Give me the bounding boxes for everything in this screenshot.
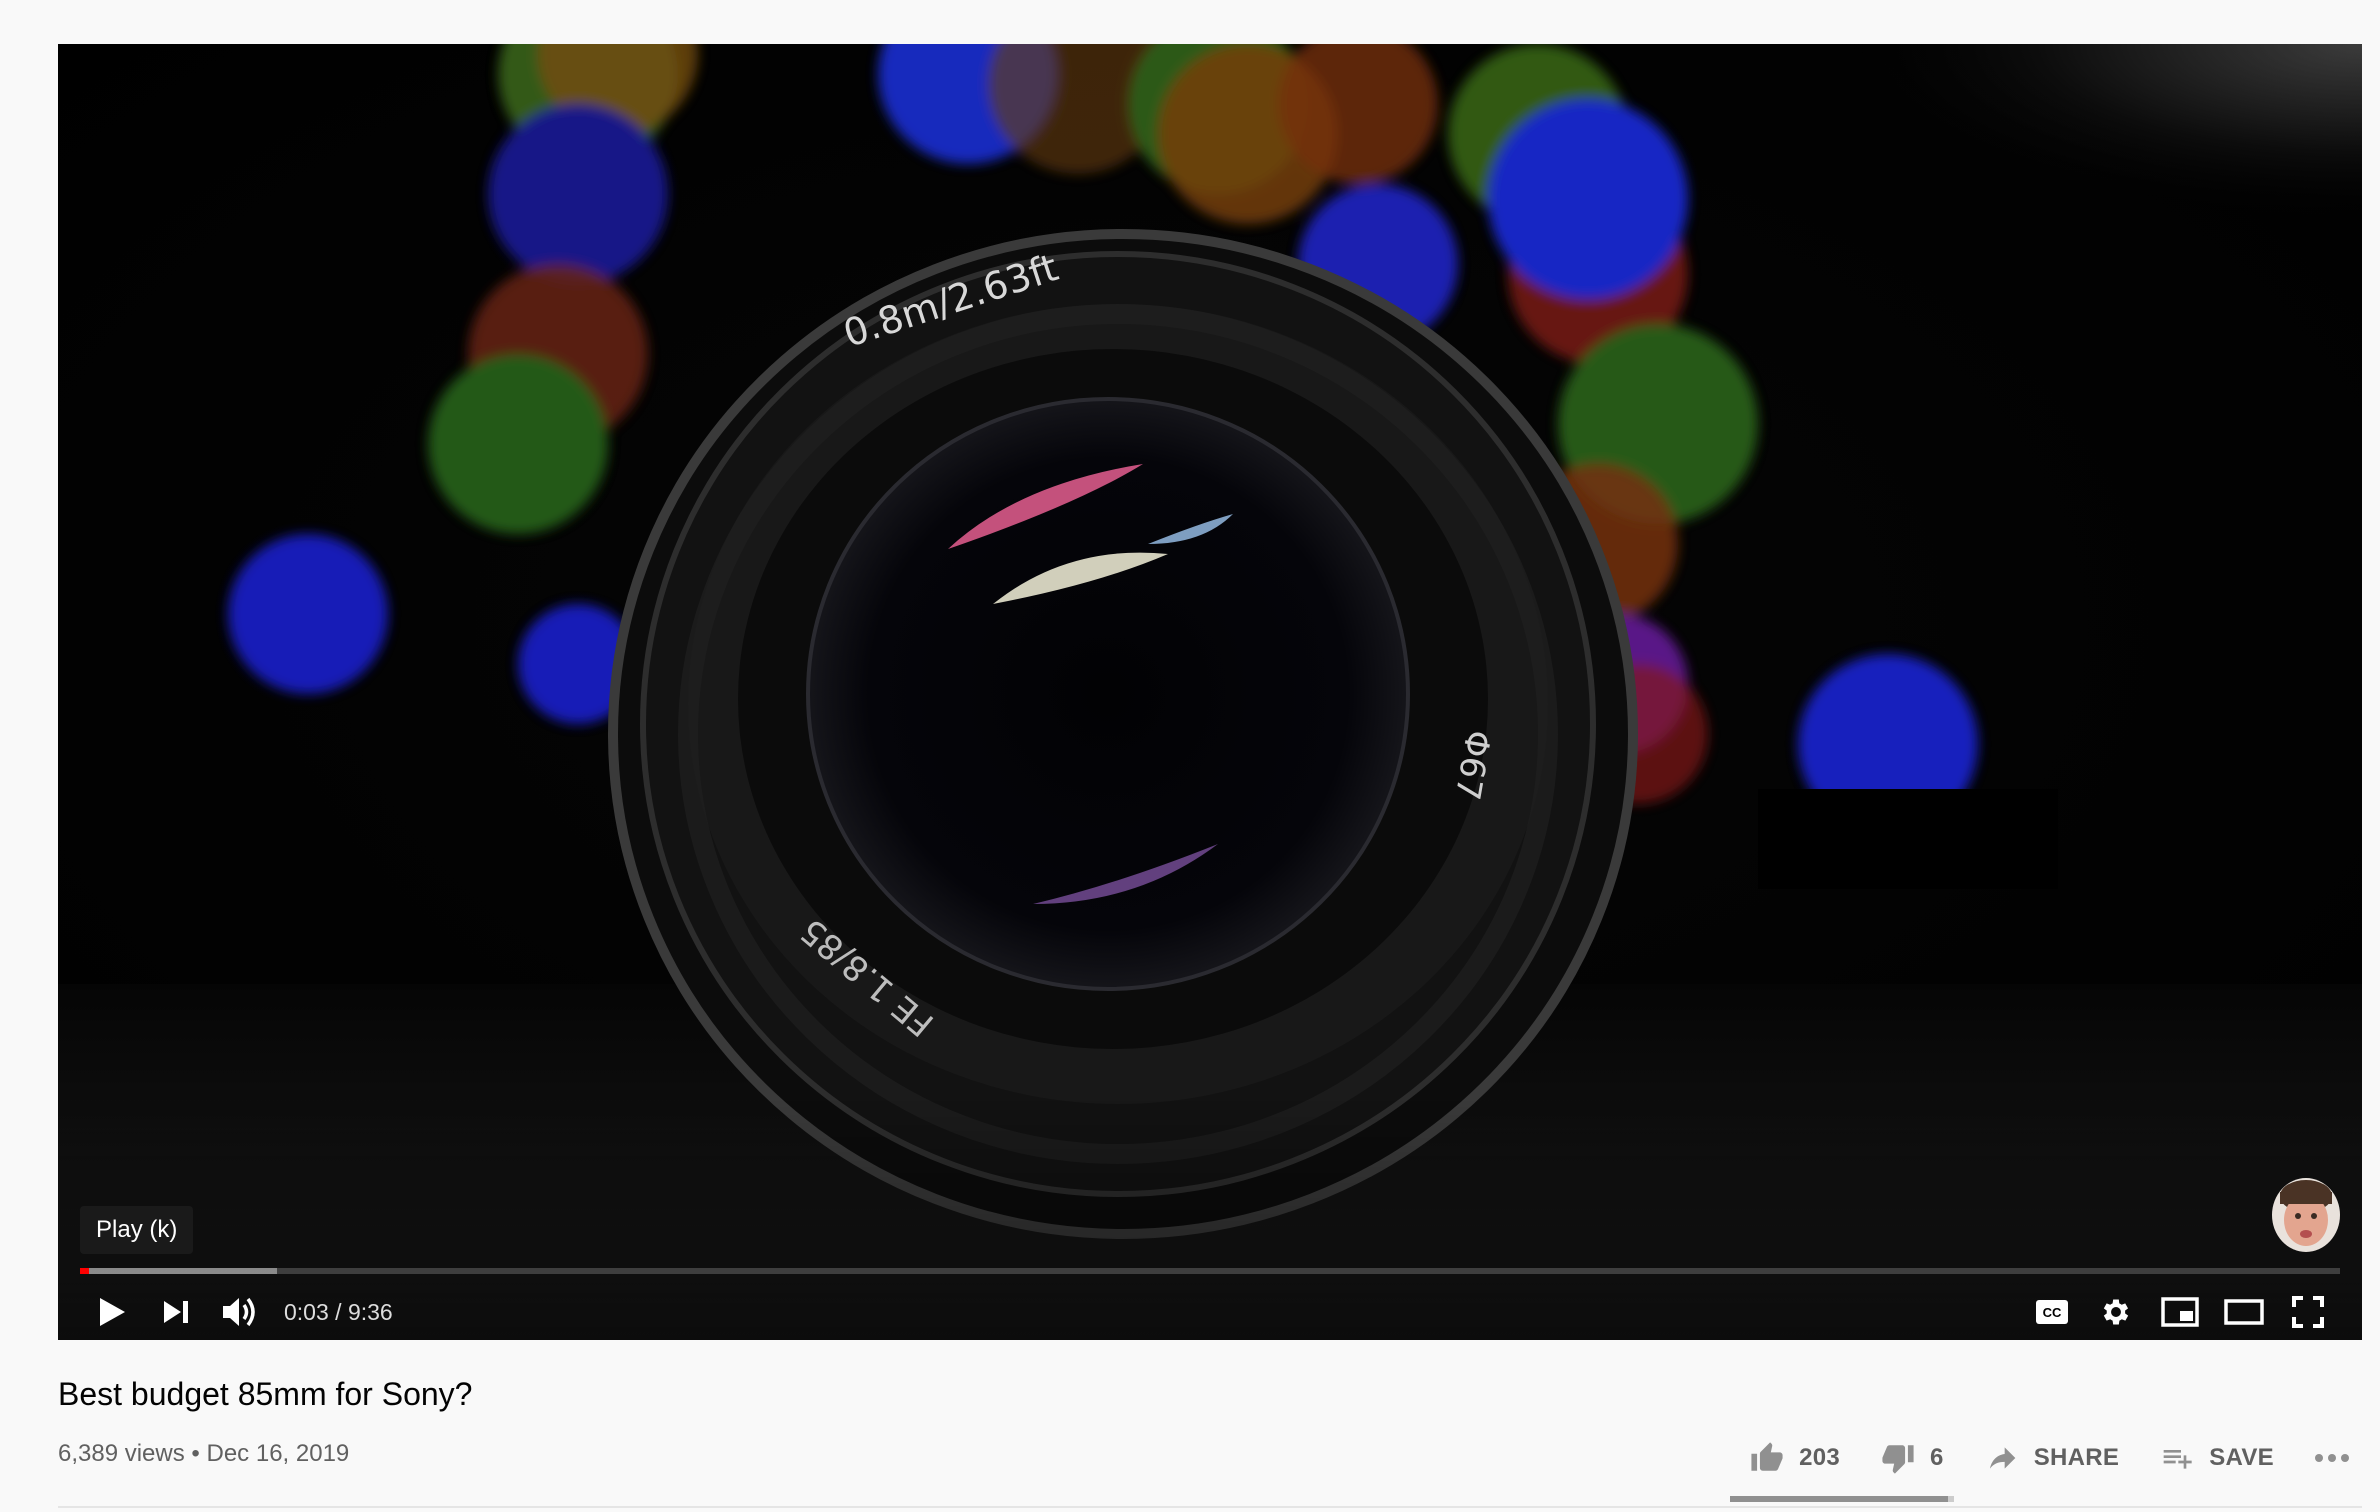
progress-bar[interactable]	[80, 1268, 2340, 1274]
mute-button[interactable]	[208, 1284, 272, 1340]
like-count: 203	[1799, 1444, 1841, 1471]
more-horiz-icon	[2315, 1454, 2349, 1462]
more-actions-button[interactable]	[2314, 1452, 2350, 1464]
play-icon	[100, 1298, 125, 1326]
player-controls: 0:03 / 9:36 CC	[80, 1284, 2340, 1340]
share-button[interactable]: SHARE	[1984, 1442, 2120, 1474]
time-duration: 9:36	[347, 1298, 393, 1325]
channel-watermark[interactable]	[2272, 1178, 2340, 1252]
miniplayer-icon	[2161, 1297, 2199, 1327]
theater-mode-button[interactable]	[2212, 1284, 2276, 1340]
playlist-add-icon	[2163, 1450, 2192, 1469]
fullscreen-button[interactable]	[2276, 1284, 2340, 1340]
cc-icon: CC	[2036, 1300, 2068, 1324]
time-separator: /	[328, 1298, 348, 1325]
progress-loaded	[80, 1268, 277, 1274]
thumbs-up-icon	[1751, 1442, 1783, 1471]
settings-button[interactable]	[2084, 1284, 2148, 1340]
dislike-count: 6	[1930, 1444, 1944, 1471]
volume-icon	[223, 1297, 255, 1327]
like-button[interactable]: 203	[1749, 1441, 1840, 1475]
video-actions: 203 6 SHARE SAVE	[1749, 1430, 2350, 1486]
sentiment-like-bar	[1730, 1496, 1948, 1502]
sentiment-bar	[1730, 1496, 1954, 1502]
miniplayer-button[interactable]	[2148, 1284, 2212, 1340]
time-display: 0:03 / 9:36	[284, 1299, 393, 1326]
theater-mode-icon	[2224, 1299, 2264, 1325]
view-count: 6,389 views	[58, 1440, 185, 1467]
fullscreen-icon	[2292, 1296, 2324, 1328]
time-current: 0:03	[284, 1298, 329, 1325]
share-label: SHARE	[2033, 1444, 2120, 1471]
video-title: Best budget 85mm for Sony?	[58, 1376, 473, 1412]
svg-text:CC: CC	[2043, 1305, 2062, 1320]
youtube-watch-page: 0.8m/2.63ft Φ67 FE 1.8/85 Play (k) 0:03 …	[0, 0, 2380, 1512]
upload-date: Dec 16, 2019	[206, 1440, 350, 1467]
progress-played	[80, 1268, 90, 1274]
video-meta: 6,389 views • Dec 16, 2019	[58, 1440, 349, 1468]
gear-icon	[2103, 1299, 2129, 1325]
save-label: SAVE	[2209, 1444, 2274, 1471]
sentiment-dislike-bar	[1947, 1496, 1954, 1502]
play-tooltip: Play (k)	[80, 1206, 194, 1254]
next-icon	[164, 1301, 188, 1323]
video-player[interactable]: 0.8m/2.63ft Φ67 FE 1.8/85 Play (k) 0:03 …	[58, 44, 2362, 1340]
save-button[interactable]: SAVE	[2159, 1442, 2274, 1474]
share-icon	[1989, 1447, 2016, 1469]
next-button[interactable]	[144, 1284, 208, 1340]
subtitles-button[interactable]: CC	[2020, 1284, 2084, 1340]
divider	[58, 1506, 2362, 1508]
dislike-button[interactable]: 6	[1880, 1441, 1944, 1475]
play-button[interactable]	[80, 1284, 144, 1340]
thumbs-down-icon	[1882, 1445, 1914, 1474]
meta-separator: •	[184, 1440, 207, 1467]
